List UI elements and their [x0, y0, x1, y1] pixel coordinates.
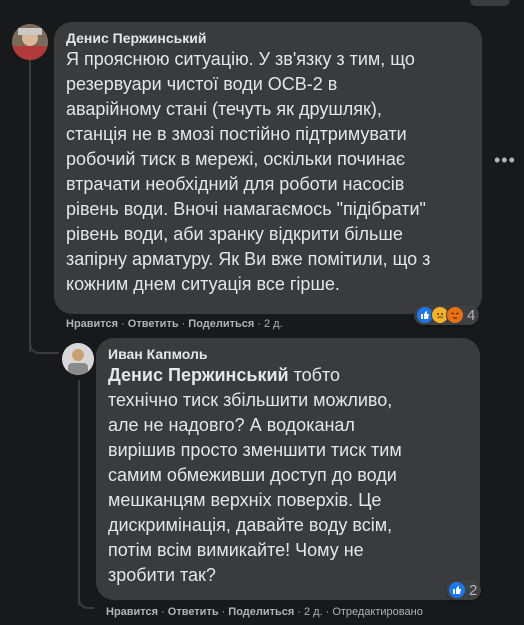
comment-timestamp[interactable]: 2 д.: [304, 606, 323, 618]
like-reaction-icon: [448, 581, 466, 599]
like-link[interactable]: Нравится: [66, 318, 118, 330]
reply-link[interactable]: Ответить: [168, 606, 219, 618]
avatar-photo-icon: [12, 24, 48, 60]
comment-line: рівень води, аби зранку відкрити більше: [66, 224, 403, 244]
reply-line: самим обмеживши доступ до води: [108, 465, 397, 485]
comment-line: резервуари чистої води ОСВ-2 в: [66, 74, 338, 94]
reply-line: технічно тиск збільшити можливо,: [108, 390, 393, 410]
comment-line: станція не в змозі постійно підтримувати: [66, 124, 407, 144]
reply-line: зробити так?: [108, 565, 216, 585]
reply-first-line: Денис Пержинський тобто: [108, 363, 474, 388]
reply-line: потім всім вимикайте! Чому не: [108, 540, 364, 560]
reply-line: тобто: [288, 365, 341, 385]
reply-author[interactable]: Иван Капмоль: [108, 346, 207, 362]
comment-bubble: Денис Пержинський Я прояснюю ситуацію. У…: [54, 22, 482, 314]
previous-comment-edge: [470, 0, 510, 6]
reaction-count: 4: [467, 306, 476, 324]
reply-line: мешканцям верхніх поверхів. Це: [108, 490, 382, 510]
thread-connector: [29, 340, 59, 354]
comment-actions: Нравится · Ответить · Поделиться · 2 д.: [66, 318, 283, 330]
reaction-count: 2: [469, 581, 478, 599]
comment-line: аварійному стані (течуть як друшляк),: [66, 99, 382, 119]
reply-link[interactable]: Ответить: [128, 318, 179, 330]
comment-line: втрачати необхідний для роботи насосів: [66, 174, 405, 194]
more-options-icon[interactable]: •••: [494, 150, 516, 171]
comment-author[interactable]: Денис Пержинський: [66, 30, 207, 46]
share-link[interactable]: Поделиться: [188, 318, 254, 330]
reply-thread-line: [78, 380, 80, 605]
like-link[interactable]: Нравится: [106, 606, 158, 618]
share-link[interactable]: Поделиться: [228, 606, 294, 618]
edited-label[interactable]: Отредактировано: [332, 606, 423, 618]
reply-line: дискримінація, давайте воду всім,: [108, 515, 393, 535]
reply-bubble: Иван Капмоль Денис Пержинський тобто тех…: [96, 338, 480, 600]
comment-timestamp[interactable]: 2 д.: [264, 318, 283, 330]
comment-line: кожним днем ситуація все гірше.: [66, 274, 340, 294]
comment-line: робочий тиск в мережі, оскільки починає: [66, 149, 406, 169]
mention-link[interactable]: Денис Пержинський: [108, 365, 289, 385]
reaction-summary[interactable]: 2: [446, 580, 482, 600]
avatar[interactable]: [62, 343, 94, 375]
avatar[interactable]: [12, 24, 48, 60]
angry-reaction-icon: [446, 306, 464, 324]
comment-line: Я прояснюю ситуацію. У зв'язку з тим, що: [66, 49, 415, 69]
thread-line: [29, 60, 31, 352]
comment-line: рівень води. Вночі намагаємось "підібрат…: [66, 199, 426, 219]
reply-actions: Нравится · Ответить · Поделиться · 2 д. · Отреда…: [106, 606, 423, 618]
reply-line: але не надовго? А водоканал: [108, 415, 355, 435]
comment-text: Я прояснюю ситуацію. У зв'язку з тим, що…: [66, 47, 476, 297]
avatar-photo-icon: [62, 343, 94, 375]
reply-thread-connector: [78, 595, 94, 609]
comment-line: запірну арматуру. Як Ви вже помітили, що…: [66, 249, 431, 269]
reaction-summary[interactable]: 4: [414, 305, 480, 325]
reply-line: вирішив просто зменшити тиск тим: [108, 440, 402, 460]
reply-text: Денис Пержинський тобто технічно тиск зб…: [108, 363, 474, 588]
